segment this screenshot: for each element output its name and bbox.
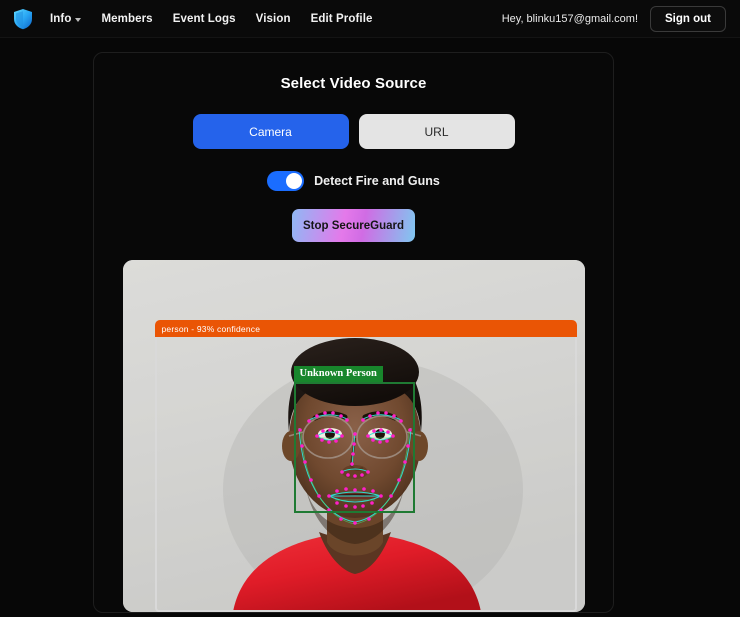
nav-item-vision[interactable]: Vision (256, 13, 291, 25)
logo[interactable] (0, 8, 46, 30)
nav-item-event-logs[interactable]: Event Logs (173, 13, 236, 25)
navbar: Info Members Event Logs Vision Edit Prof… (0, 0, 740, 38)
nav-links: Info Members Event Logs Vision Edit Prof… (50, 13, 372, 25)
nav-item-info[interactable]: Info (50, 12, 82, 25)
stop-secureguard-button[interactable]: Stop SecureGuard (292, 209, 415, 242)
video-feed[interactable]: person - 93% confidence Unknown Person (122, 260, 585, 612)
source-camera-button[interactable]: Camera (192, 114, 349, 149)
user-greeting: Hey, blinku157@gmail.com! (501, 12, 638, 25)
face-bounding-box (293, 382, 415, 513)
source-url-button[interactable]: URL (358, 114, 515, 149)
sign-out-button[interactable]: Sign out (650, 5, 726, 32)
detect-toggle-row: Detect Fire and Guns (267, 171, 440, 191)
source-selector: Camera URL (192, 114, 515, 149)
nav-item-info-label: Info (50, 12, 72, 25)
toggle-knob (286, 173, 303, 189)
chevron-down-icon (75, 17, 82, 22)
nav-item-members[interactable]: Members (101, 13, 152, 25)
detect-fire-guns-toggle[interactable] (267, 171, 305, 191)
shield-icon (14, 8, 32, 29)
video-source-panel: Select Video Source Camera URL Detect Fi… (93, 52, 614, 613)
navbar-right: Hey, blinku157@gmail.com! Sign out (501, 5, 740, 32)
nav-item-edit-profile[interactable]: Edit Profile (311, 13, 373, 25)
person-detection-label: person - 93% confidence (154, 320, 577, 337)
page-title: Select Video Source (280, 75, 427, 92)
detect-fire-guns-label: Detect Fire and Guns (314, 174, 440, 188)
face-detection-label: Unknown Person (293, 366, 383, 382)
